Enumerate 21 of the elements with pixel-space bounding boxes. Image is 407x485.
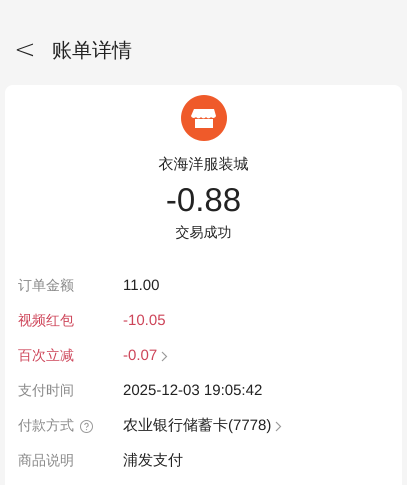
shop-icon	[180, 95, 226, 141]
row-label: 订单金额	[18, 277, 74, 296]
row-label: 商品说明	[18, 452, 74, 472]
value-link[interactable]: 农业银行储蓄卡(7778)	[123, 415, 282, 438]
transaction-status: 交易成功	[176, 224, 232, 244]
value-link[interactable]: -0.07	[123, 345, 168, 368]
row-value: 11.00	[123, 276, 160, 296]
page-title: 账单详情	[52, 38, 132, 62]
chevron-icon	[275, 421, 282, 432]
merchant-name: 衣海洋服装城	[158, 154, 248, 175]
back-button[interactable]: <	[6, 37, 44, 63]
chevron-icon	[161, 351, 168, 362]
row-label: 付款方式	[18, 417, 74, 436]
help-icon[interactable]	[80, 420, 93, 434]
amount: -0.88	[166, 180, 242, 220]
row-label: 支付时间	[18, 382, 74, 402]
row-value: -10.05	[123, 311, 166, 332]
row-label: 百次立减	[18, 347, 74, 366]
row-value: 2025-12-03 19:05:42	[123, 381, 262, 402]
row-label: 视频红包	[18, 312, 74, 332]
row-value: 浦发支付	[123, 451, 183, 472]
